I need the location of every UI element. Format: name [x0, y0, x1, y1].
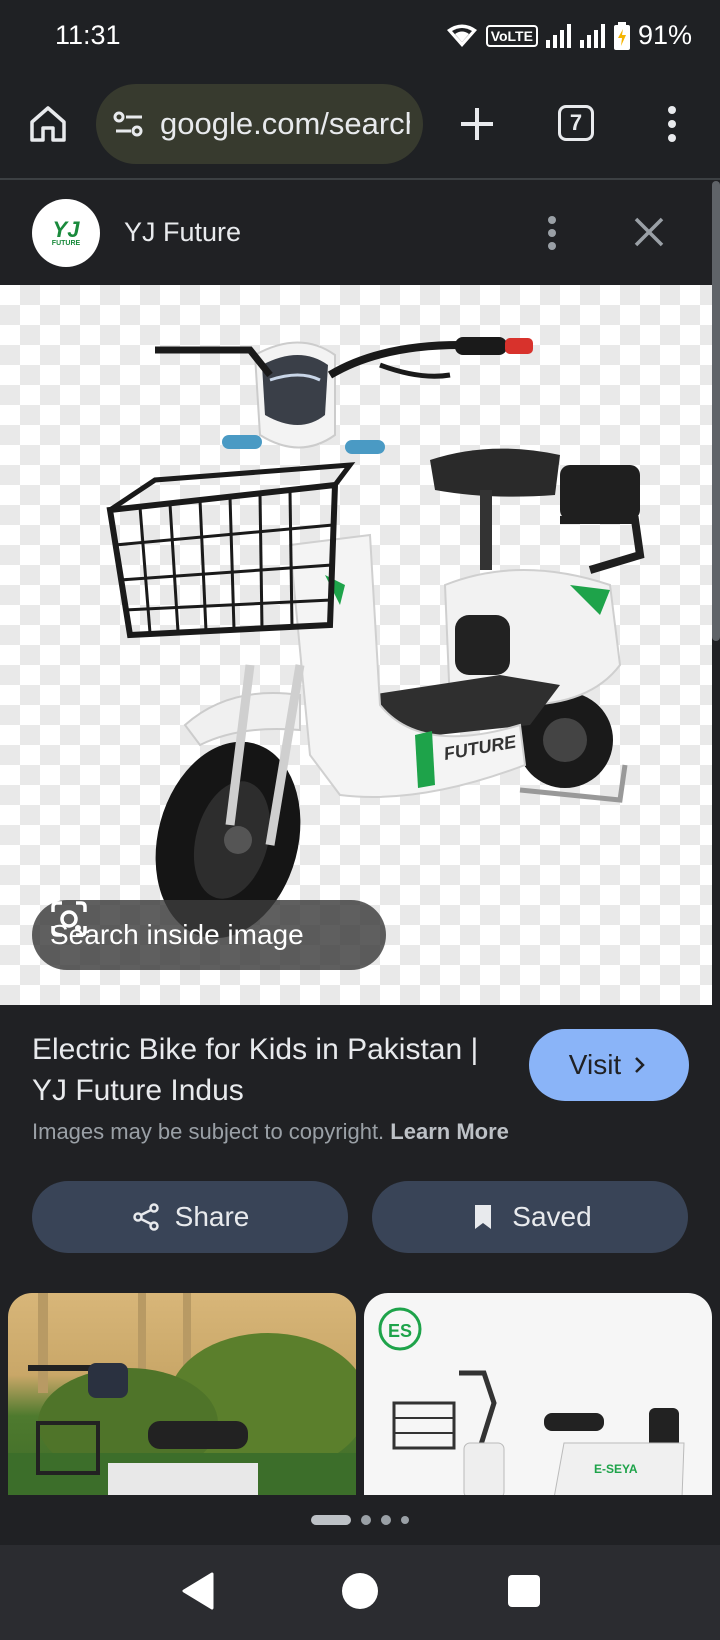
scrollbar[interactable] [712, 181, 720, 641]
share-icon [132, 1203, 159, 1231]
copyright-text: Images may be subject to copyright. [32, 1119, 385, 1144]
svg-text:ES: ES [388, 1321, 412, 1341]
tabs-button[interactable]: 7 [558, 105, 594, 141]
visit-button[interactable]: Visit [529, 1029, 689, 1101]
related-image-scooter-outdoor [8, 1293, 356, 1498]
share-label: Share [174, 1201, 250, 1232]
more-vert-icon[interactable] [660, 104, 684, 144]
pager-dot [361, 1515, 371, 1525]
source-name[interactable]: YJ Future [124, 217, 241, 248]
source-logo[interactable]: YJ FUTURE [32, 199, 100, 267]
pager-dot [381, 1515, 391, 1525]
plus-icon[interactable] [455, 102, 499, 146]
wifi-icon [446, 24, 477, 47]
recents-icon[interactable] [508, 1575, 540, 1607]
address-bar[interactable]: google.com/search [96, 84, 423, 164]
tab-count: 7 [569, 110, 583, 135]
pager-dot [401, 1516, 409, 1524]
pager-dots [0, 1495, 720, 1545]
related-image-scooter-studio: ES E-SEYA [378, 1307, 685, 1498]
search-inside-image-button[interactable]: Search inside image [32, 900, 386, 970]
battery-percent: 91% [637, 20, 692, 50]
main-image[interactable]: FUTURE Search inside image [0, 285, 712, 1005]
status-icons: VoLTE 91% [446, 20, 692, 51]
share-button[interactable]: Share [32, 1181, 348, 1253]
logo-text: YJ [52, 216, 80, 242]
home-icon[interactable] [28, 104, 68, 144]
signal-icon [545, 23, 571, 48]
chevron-right-icon [635, 1057, 645, 1073]
status-bar: 11:31 VoLTE 91% [0, 0, 720, 72]
electric-scooter-image: FUTURE [106, 337, 645, 939]
signal-icon [579, 23, 605, 48]
browser-toolbar: google.com/search 7 [0, 72, 720, 180]
saved-button[interactable]: Saved [372, 1181, 688, 1253]
visit-label: Visit [568, 1049, 622, 1080]
close-icon[interactable] [632, 215, 666, 249]
volte-badge: VoLTE [485, 24, 538, 47]
back-icon[interactable] [178, 1571, 216, 1611]
panel-header: YJ FUTURE YJ Future [0, 181, 712, 285]
related-image-thumbnail[interactable]: ES E-SEYA [364, 1293, 712, 1498]
status-time: 11:31 [55, 20, 121, 50]
search-inside-image-label: Search inside image [50, 919, 304, 950]
tune-icon[interactable] [112, 107, 146, 141]
system-nav-bar [0, 1545, 720, 1640]
bookmark-icon [475, 1205, 492, 1229]
more-vert-icon[interactable] [540, 215, 564, 251]
pager-dot [311, 1515, 351, 1525]
saved-label: Saved [512, 1201, 592, 1232]
learn-more-link[interactable]: Learn More [390, 1119, 509, 1144]
logo-subtext: FUTURE [51, 239, 81, 247]
copyright-notice: Images may be subject to copyright. Lear… [32, 1119, 509, 1145]
lens-icon [51, 901, 87, 937]
battery-charging-icon [613, 21, 630, 50]
thumb-brand-text: E-SEYA [594, 1462, 638, 1476]
result-info: Electric Bike for Kids in Pakistan | YJ … [0, 1005, 720, 1498]
home-nav-icon[interactable] [342, 1573, 378, 1609]
result-title[interactable]: Electric Bike for Kids in Pakistan | YJ … [32, 1029, 512, 1111]
related-image-thumbnail[interactable] [8, 1293, 356, 1498]
url-text: google.com/search [160, 106, 410, 141]
